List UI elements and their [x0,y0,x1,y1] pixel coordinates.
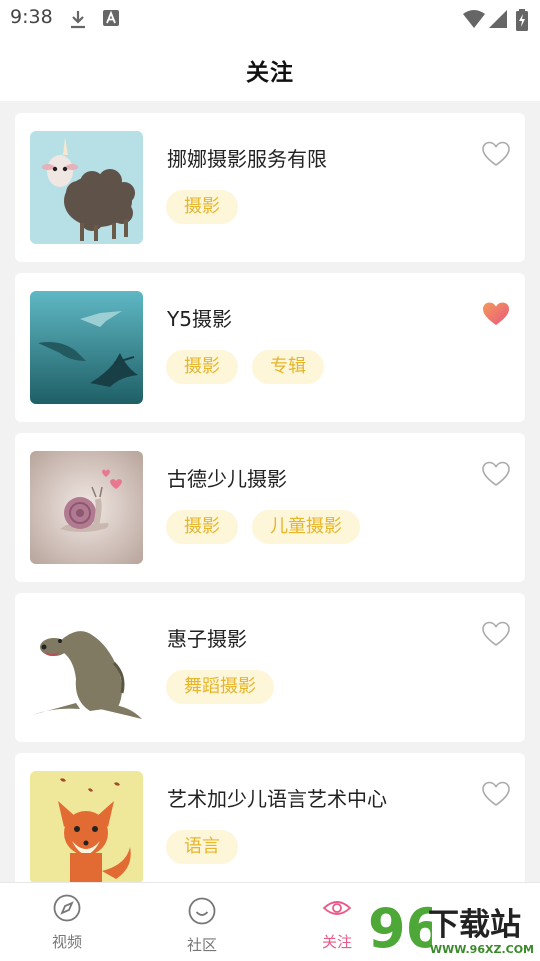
heart-outline-icon[interactable] [482,461,510,487]
eye-icon [322,901,352,927]
watermark-digits: 96 [368,897,432,957]
watermark-logo: 96 下载站 WWW.96XZ.COM [368,895,540,960]
heart-outline-icon[interactable] [482,781,510,807]
tab-following[interactable]: 关注 [297,893,377,952]
avatar-sea-lion-image [30,611,143,724]
tab-label: 社区 [186,936,217,954]
avatar-snail-image [30,451,143,564]
status-bar: 9:38 [0,0,540,38]
tag-badge: 专辑 [252,350,324,384]
page-title: 关注 [246,59,294,86]
battery-icon [516,9,528,35]
tag-badge: 儿童摄影 [252,510,360,544]
item-name: 古德少儿摄影 [167,467,287,491]
heart-filled-icon[interactable] [482,301,510,327]
watermark-url: WWW.96XZ.COM [430,943,534,956]
tag-badge: 语言 [166,830,238,864]
wifi-icon [462,9,486,33]
tab-community[interactable]: 社区 [162,893,242,955]
tag-list: 摄影 专辑 [166,350,324,384]
tag-list: 摄影 儿童摄影 [166,510,360,544]
tag-badge: 摄影 [166,190,238,224]
watermark-96-icon: 96 [368,897,432,957]
list-item[interactable]: 惠子摄影 舞蹈摄影 [15,593,525,742]
item-name: 挪娜摄影服务有限 [167,147,327,171]
item-name: 艺术加少儿语言艺术中心 [167,787,387,811]
download-icon [68,9,88,33]
heart-outline-icon[interactable] [482,621,510,647]
list-item[interactable]: Y5摄影 摄影 专辑 [15,273,525,422]
text-a-icon [102,9,120,31]
followed-list[interactable]: 挪娜摄影服务有限 摄影 Y5摄影 摄影 专辑 古德少儿摄影 摄影 儿童摄影 惠子… [15,113,525,913]
tag-badge: 舞蹈摄影 [166,670,274,704]
tab-label: 关注 [321,933,352,951]
smile-icon [187,897,217,930]
compass-icon [52,894,82,927]
tab-video[interactable]: 视频 [27,893,107,952]
tag-list: 摄影 [166,190,238,224]
heart-outline-icon[interactable] [482,141,510,167]
cell-signal-icon [488,9,508,33]
page-header: 关注 [0,38,540,101]
list-item[interactable]: 古德少儿摄影 摄影 儿童摄影 [15,433,525,582]
tab-label: 视频 [51,933,82,951]
tag-badge: 摄影 [166,510,238,544]
avatar-manta-ray-image [30,291,143,404]
item-name: Y5摄影 [167,307,232,331]
list-item[interactable]: 挪娜摄影服务有限 摄影 [15,113,525,262]
list-item[interactable]: 艺术加少儿语言艺术中心 语言 [15,753,525,902]
watermark-text: 下载站 [428,907,521,943]
tag-list: 语言 [166,830,238,864]
status-time: 9:38 [10,6,53,28]
avatar-sheep-image [30,131,143,244]
item-name: 惠子摄影 [167,627,247,651]
avatar-fox-image [30,771,143,884]
tag-badge: 摄影 [166,350,238,384]
tag-list: 舞蹈摄影 [166,670,274,704]
